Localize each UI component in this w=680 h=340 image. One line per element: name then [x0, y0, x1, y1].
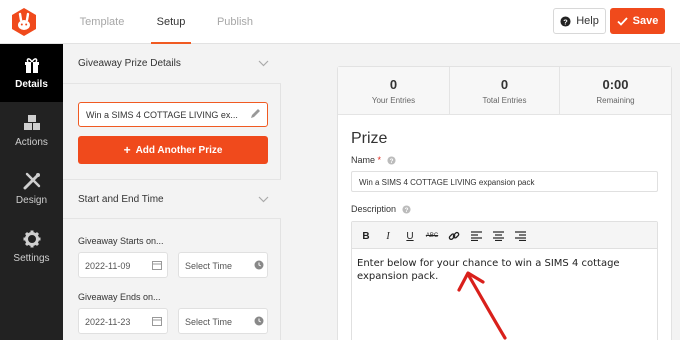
stats-bar: 0 Your Entries 0 Total Entries 0:00 Rema… — [338, 67, 671, 115]
sidebar-item-label: Design — [15, 195, 48, 206]
add-prize-label: Add Another Prize — [135, 144, 223, 156]
sidebar-item-details[interactable]: Details — [0, 44, 63, 102]
link-button[interactable] — [445, 227, 463, 245]
dates-section-header[interactable]: Start and End Time — [63, 179, 281, 219]
chevron-down-icon — [258, 196, 269, 203]
align-center-button[interactable] — [489, 227, 507, 245]
save-label: Save — [632, 15, 659, 27]
sidebar-item-label: Actions — [15, 137, 48, 148]
add-another-prize-button[interactable]: + Add Another Prize — [78, 136, 268, 164]
description-label-text: Description — [351, 204, 397, 214]
cubes-icon — [23, 115, 40, 130]
stat-value: 0:00 — [602, 77, 629, 92]
sidebar-item-label: Details — [15, 79, 48, 90]
tab-publish[interactable]: Publish — [214, 0, 256, 44]
sidebar-item-actions[interactable]: Actions — [0, 102, 63, 160]
chevron-down-icon — [258, 60, 269, 67]
required-mark: * — [377, 155, 382, 165]
align-left-button[interactable] — [467, 227, 485, 245]
sidebar-nav: Details Actions Design Settings — [0, 44, 63, 340]
stat-label: Total Entries — [482, 96, 527, 105]
underline-button[interactable]: U — [401, 227, 419, 245]
end-time-placeholder: Select Time — [185, 317, 233, 327]
stat-value: 0 — [500, 77, 509, 92]
italic-button[interactable]: I — [379, 227, 397, 245]
stat-label: Remaining — [596, 96, 635, 105]
svg-text:?: ? — [404, 207, 408, 214]
help-button[interactable]: ? Help — [553, 8, 606, 34]
svg-text:?: ? — [563, 17, 568, 26]
sidebar-item-settings[interactable]: Settings — [0, 218, 63, 276]
check-icon — [617, 16, 628, 26]
section-title: Start and End Time — [78, 194, 164, 205]
help-icon[interactable]: ? — [401, 205, 411, 214]
end-date-value: 2022-11-23 — [85, 317, 131, 327]
question-circle-icon: ? — [560, 15, 571, 27]
pencil-icon[interactable] — [250, 108, 261, 119]
help-icon[interactable]: ? — [387, 156, 396, 165]
tab-template[interactable]: Template — [78, 0, 126, 44]
calendar-icon — [152, 317, 162, 326]
stat-remaining: 0:00 Remaining — [560, 67, 671, 115]
sidebar-item-design[interactable]: Design — [0, 160, 63, 218]
stat-label: Your Entries — [371, 96, 416, 105]
section-title: Giveaway Prize Details — [78, 58, 181, 69]
tab-setup[interactable]: Setup — [151, 0, 191, 44]
gear-icon — [23, 230, 40, 248]
clock-icon — [254, 260, 264, 270]
rafflepress-logo — [8, 6, 40, 38]
prize-name-input[interactable]: Win a SIMS 4 COTTAGE LIVING ex... — [78, 102, 268, 127]
name-label: Name * ? — [351, 155, 396, 165]
top-bar: Template Setup Publish ? Help Save — [0, 0, 680, 44]
prize-section-header[interactable]: Giveaway Prize Details — [63, 44, 281, 84]
prize-name-field[interactable]: Win a SIMS 4 COTTAGE LIVING expansion pa… — [351, 171, 658, 192]
sidebar-item-label: Settings — [13, 253, 50, 264]
end-label: Giveaway Ends on... — [78, 292, 161, 302]
align-left-icon — [470, 231, 482, 241]
align-right-button[interactable] — [511, 227, 529, 245]
link-icon — [448, 231, 460, 241]
strikethrough-button[interactable]: ABC — [423, 227, 441, 245]
help-label: Help — [576, 15, 599, 27]
align-center-icon — [492, 231, 504, 241]
prize-heading: Prize — [351, 130, 388, 147]
stat-total-entries: 0 Total Entries — [449, 67, 560, 115]
svg-text:?: ? — [389, 158, 393, 165]
clock-icon — [254, 316, 264, 326]
annotation-arrow-icon — [457, 271, 507, 340]
bold-button[interactable]: B — [357, 227, 375, 245]
start-date-value: 2022-11-09 — [85, 261, 131, 271]
stat-value: 0 — [389, 77, 398, 92]
save-button[interactable]: Save — [610, 8, 665, 34]
gift-icon — [24, 58, 39, 73]
stat-your-entries: 0 Your Entries — [338, 67, 449, 115]
plus-icon: + — [123, 143, 131, 157]
description-label: Description ? — [351, 204, 411, 214]
editor-toolbar: B I U ABC — [352, 222, 657, 249]
paint-tools-icon — [23, 172, 40, 190]
align-right-icon — [514, 231, 526, 241]
settings-panel: Giveaway Prize Details Win a SIMS 4 COTT… — [63, 44, 281, 340]
calendar-icon — [152, 261, 162, 270]
start-time-placeholder: Select Time — [185, 261, 233, 271]
start-label: Giveaway Starts on... — [78, 236, 164, 246]
name-label-text: Name — [351, 155, 376, 165]
